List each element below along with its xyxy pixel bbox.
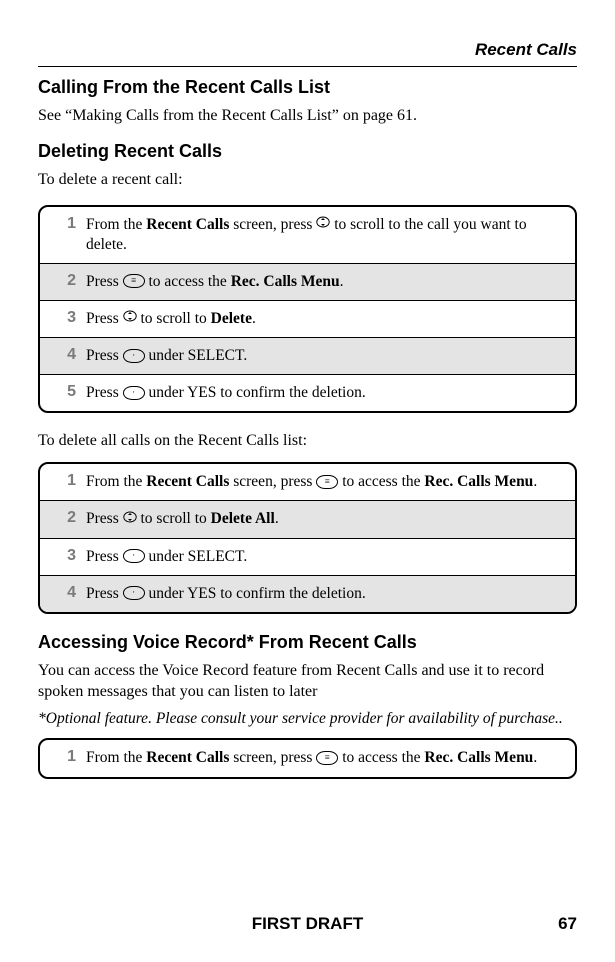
step-text: Press · under SELECT.	[82, 338, 257, 374]
step-text: Press · under YES to confirm the deletio…	[82, 375, 376, 411]
section-heading-calling: Calling From the Recent Calls List	[38, 77, 577, 98]
step-text: Press to scroll to Delete All.	[82, 501, 289, 537]
step-text: From the Recent Calls screen, press ≡ to…	[82, 464, 547, 500]
step-row: 4 Press · under SELECT.	[40, 337, 575, 374]
softkey-icon: ·	[123, 386, 145, 400]
menu-key-icon: ≡	[316, 475, 338, 489]
page-number: 67	[558, 914, 577, 934]
step-row: 2 Press to scroll to Delete All.	[40, 500, 575, 537]
menu-key-icon: ≡	[123, 274, 145, 288]
section-heading-deleting: Deleting Recent Calls	[38, 141, 577, 162]
scroll-icon	[123, 511, 137, 528]
scroll-icon	[123, 310, 137, 327]
step-text: Press ≡ to access the Rec. Calls Menu.	[82, 264, 353, 300]
steps-box-delete-all: 1 From the Recent Calls screen, press ≡ …	[38, 462, 577, 614]
steps-box-voicerecord: 1 From the Recent Calls screen, press ≡ …	[38, 738, 577, 778]
header-rule	[38, 66, 577, 67]
intro-delete-one: To delete a recent call:	[38, 170, 577, 191]
footer-center: FIRST DRAFT	[252, 914, 363, 934]
intro-delete-all: To delete all calls on the Recent Calls …	[38, 431, 577, 452]
step-text: From the Recent Calls screen, press ≡ to…	[82, 740, 547, 776]
step-number: 5	[40, 375, 82, 409]
step-row: 2 Press ≡ to access the Rec. Calls Menu.	[40, 263, 575, 300]
step-number: 2	[40, 264, 82, 298]
step-number: 3	[40, 301, 82, 335]
step-text: Press · under YES to confirm the deletio…	[82, 576, 376, 612]
step-number: 4	[40, 338, 82, 372]
step-row: 5 Press · under YES to confirm the delet…	[40, 374, 575, 411]
section-body-voicerecord: You can access the Voice Record feature …	[38, 661, 577, 703]
step-number: 1	[40, 207, 82, 241]
menu-key-icon: ≡	[316, 751, 338, 765]
section-body-calling: See “Making Calls from the Recent Calls …	[38, 106, 577, 127]
softkey-icon: ·	[123, 349, 145, 363]
step-number: 4	[40, 576, 82, 610]
step-number: 3	[40, 539, 82, 573]
step-text: From the Recent Calls screen, press to s…	[82, 207, 575, 263]
step-number: 1	[40, 740, 82, 774]
step-row: 4 Press · under YES to confirm the delet…	[40, 575, 575, 612]
scroll-icon	[316, 216, 330, 233]
step-row: 1 From the Recent Calls screen, press ≡ …	[40, 464, 575, 500]
step-number: 2	[40, 501, 82, 535]
step-row: 1 From the Recent Calls screen, press to…	[40, 207, 575, 263]
optional-feature-note: *Optional feature. Please consult your s…	[38, 710, 577, 728]
steps-box-delete-one: 1 From the Recent Calls screen, press to…	[38, 205, 577, 414]
step-row: 3 Press to scroll to Delete.	[40, 300, 575, 337]
step-row: 1 From the Recent Calls screen, press ≡ …	[40, 740, 575, 776]
step-text: Press to scroll to Delete.	[82, 301, 266, 337]
page-footer: . FIRST DRAFT 67	[0, 914, 615, 934]
softkey-icon: ·	[123, 586, 145, 600]
step-number: 1	[40, 464, 82, 498]
section-heading-voicerecord: Accessing Voice Record* From Recent Call…	[38, 632, 577, 653]
step-row: 3 Press · under SELECT.	[40, 538, 575, 575]
step-text: Press · under SELECT.	[82, 539, 257, 575]
running-header: Recent Calls	[38, 40, 577, 60]
softkey-icon: ·	[123, 549, 145, 563]
